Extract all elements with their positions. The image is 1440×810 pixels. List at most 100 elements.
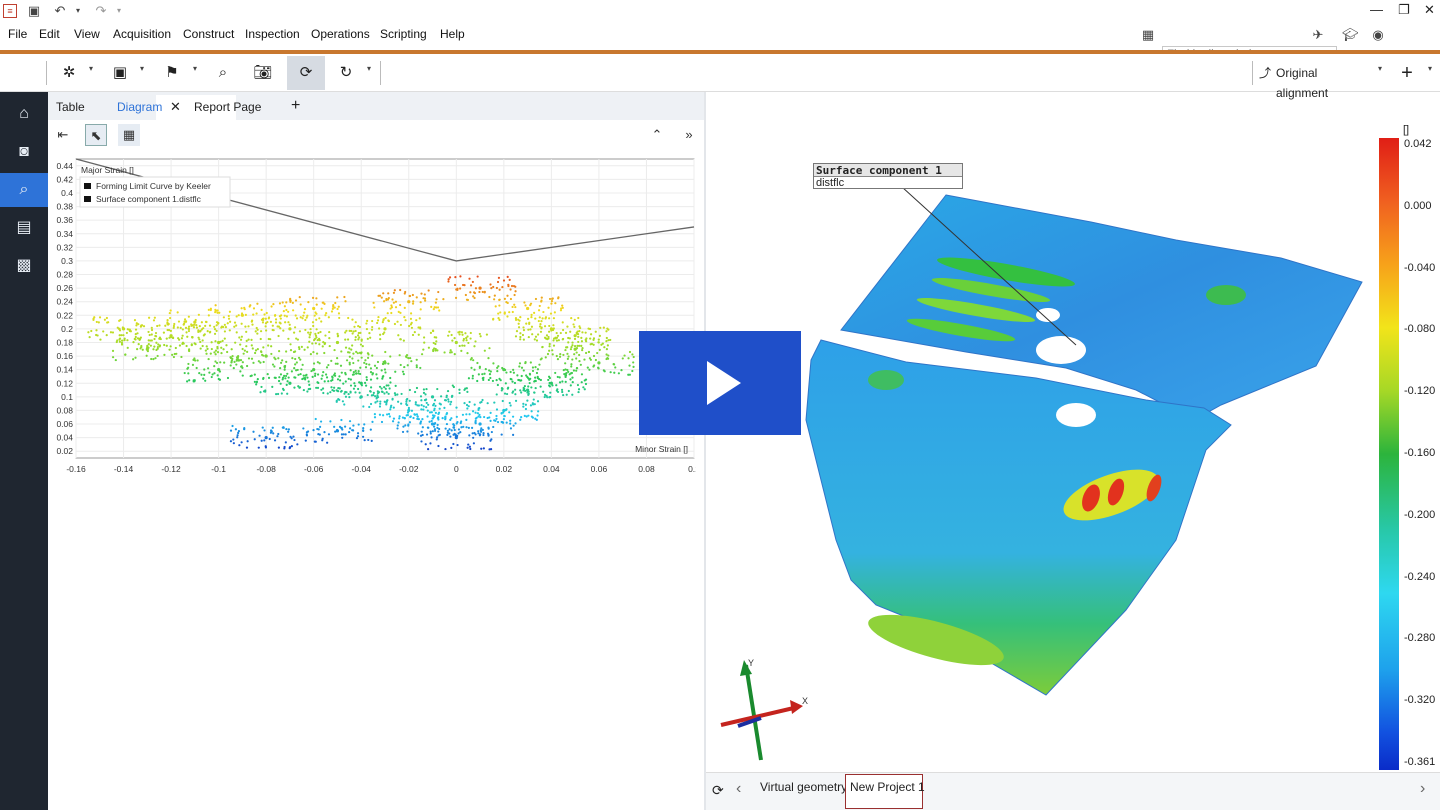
scatter-halo-point bbox=[413, 330, 416, 334]
menu-operations[interactable]: Operations bbox=[311, 27, 370, 41]
inspection-search-icon[interactable]: ⌕ bbox=[0, 173, 48, 207]
menu-construct[interactable]: Construct bbox=[183, 27, 234, 41]
scatter-halo-point bbox=[438, 407, 441, 410]
colorbar-tick-label: -0.320 bbox=[1404, 694, 1436, 707]
menu-view[interactable]: View bbox=[74, 27, 100, 41]
scatter-halo-point bbox=[279, 373, 283, 376]
scatter-halo-point bbox=[512, 424, 515, 427]
scatter-halo-point bbox=[375, 373, 378, 376]
scatter-halo-point bbox=[408, 399, 411, 402]
menu-scripting[interactable]: Scripting bbox=[380, 27, 427, 41]
scatter-halo-point bbox=[503, 392, 507, 395]
chevron-left-icon[interactable]: ‹ bbox=[736, 780, 741, 798]
menu-file[interactable]: File bbox=[8, 27, 27, 41]
add-tab-icon[interactable]: + bbox=[291, 97, 300, 115]
menu-acquisition[interactable]: Acquisition bbox=[113, 27, 171, 41]
scatter-halo-point bbox=[180, 337, 184, 340]
collapse-up-icon[interactable]: ⌃ bbox=[646, 124, 668, 146]
scatter-halo-point bbox=[344, 331, 347, 334]
chevron-down-icon[interactable]: ▾ bbox=[1428, 64, 1432, 73]
scatter-halo-point bbox=[506, 315, 509, 318]
export-diagram-icon[interactable]: ⇤ bbox=[52, 124, 74, 146]
scatter-halo-point bbox=[226, 350, 229, 354]
camera-icon[interactable]: 📷︎ bbox=[253, 63, 273, 83]
select-points-icon[interactable]: ⬉ bbox=[85, 124, 107, 146]
add-icon[interactable]: + bbox=[1398, 63, 1416, 83]
chevron-right-icon[interactable]: › bbox=[1420, 780, 1425, 798]
scatter-halo-point bbox=[352, 429, 355, 432]
chevron-down-icon[interactable]: ▾ bbox=[140, 64, 144, 73]
robot-arm-icon[interactable]: ✲ bbox=[60, 63, 78, 83]
scatter-halo-point bbox=[506, 275, 509, 278]
redo-dropdown-icon[interactable]: ▾ bbox=[111, 3, 127, 19]
minimize-icon[interactable]: — bbox=[1370, 2, 1383, 17]
scatter-halo-point bbox=[462, 339, 465, 342]
checker-pattern-icon[interactable]: ▩ bbox=[0, 249, 48, 283]
scatter-halo-point bbox=[513, 293, 516, 297]
scatter-halo-point bbox=[300, 368, 303, 371]
chevron-down-icon[interactable]: ▾ bbox=[89, 64, 93, 73]
scatter-halo-point bbox=[368, 405, 371, 409]
x-tick-label: -0.04 bbox=[352, 464, 372, 474]
flag-icon[interactable]: ⚑ bbox=[163, 63, 181, 83]
home-icon[interactable]: ⌂ bbox=[0, 97, 48, 131]
scatter-halo-point bbox=[514, 388, 517, 391]
undo-icon[interactable]: ↶ bbox=[52, 3, 68, 19]
restore-icon[interactable]: ❐ bbox=[1398, 2, 1410, 18]
3d-viewport[interactable]: Y X bbox=[706, 120, 1440, 772]
close-icon[interactable]: ✕ bbox=[1424, 2, 1435, 18]
menu-help[interactable]: Help bbox=[440, 27, 465, 41]
alignment-icon[interactable]: ⤴ bbox=[1258, 63, 1272, 83]
menu-inspection[interactable]: Inspection bbox=[245, 27, 300, 41]
menu-edit[interactable]: Edit bbox=[39, 27, 60, 41]
x-tick-label: 0.02 bbox=[496, 464, 513, 474]
tab-table[interactable]: Table bbox=[56, 100, 85, 114]
scatter-halo-point bbox=[163, 343, 166, 347]
gift-icon[interactable]: ▦ bbox=[1140, 27, 1156, 43]
diagram-settings-icon[interactable]: ▦ bbox=[118, 124, 140, 146]
close-tab-icon[interactable]: ✕ bbox=[170, 99, 181, 115]
sync-icon[interactable]: ⟳ bbox=[297, 63, 315, 83]
scatter-halo-point bbox=[283, 445, 286, 449]
scatter-halo-point bbox=[581, 347, 584, 350]
scatter-halo-point bbox=[536, 377, 539, 380]
scatter-halo-point bbox=[415, 358, 418, 361]
undo-dropdown-icon[interactable]: ▾ bbox=[70, 3, 86, 19]
surface-annotation-label[interactable]: Surface component 1 distflc bbox=[813, 163, 963, 189]
alignment-selector[interactable]: Original alignment bbox=[1276, 63, 1372, 100]
sensor-icon[interactable]: ▣ bbox=[111, 63, 129, 83]
video-play-button[interactable] bbox=[639, 331, 801, 435]
chevron-down-icon[interactable]: ▾ bbox=[193, 64, 197, 73]
chevron-down-icon[interactable]: ▾ bbox=[367, 64, 371, 73]
scatter-halo-point bbox=[152, 358, 155, 361]
acquisition-icon[interactable]: ◙ bbox=[0, 135, 48, 169]
scatter-halo-point bbox=[205, 320, 208, 324]
save-icon[interactable]: ▣ bbox=[26, 3, 42, 19]
color-legend-bar[interactable] bbox=[1379, 138, 1399, 770]
rocket-icon[interactable]: ✈ bbox=[1310, 27, 1326, 43]
scatter-halo-point bbox=[505, 421, 508, 424]
search-icon[interactable]: ⌕ bbox=[214, 63, 232, 83]
flc-diagram[interactable]: -0.16 -0.14 -0.12 -0.1 -0.08 -0.06 -0.04 -0.02 0… bbox=[56, 155, 696, 480]
tab-diagram[interactable]: Diagram bbox=[117, 100, 162, 114]
bottom-tab-virtual-geometry[interactable]: Virtual geometry bbox=[760, 780, 847, 794]
scatter-halo-point bbox=[571, 341, 574, 344]
scatter-halo-point bbox=[422, 388, 425, 391]
chevron-down-icon[interactable]: ▾ bbox=[1378, 64, 1382, 73]
redo-icon[interactable]: ↷ bbox=[93, 3, 109, 19]
scatter-halo-point bbox=[598, 334, 601, 338]
scatter-halo-point bbox=[588, 327, 592, 331]
scatter-halo-point bbox=[437, 290, 440, 294]
tab-report-page[interactable]: Report Page bbox=[194, 100, 261, 114]
redo-circle-icon[interactable]: ↻ bbox=[337, 63, 355, 83]
scatter-halo-point bbox=[270, 352, 273, 356]
bottom-tab-new-project[interactable]: New Project 1 bbox=[850, 780, 925, 794]
sync-view-icon[interactable]: ⟳ bbox=[712, 782, 724, 799]
user-account-icon[interactable]: ◉ bbox=[1370, 27, 1386, 43]
scatter-halo-point bbox=[575, 367, 579, 370]
scatter-halo-point bbox=[584, 378, 588, 381]
expand-right-icon[interactable]: » bbox=[678, 124, 700, 146]
report-icon[interactable]: ▤ bbox=[0, 211, 48, 245]
scatter-halo-point bbox=[147, 343, 150, 346]
graduation-cap-icon[interactable]: 🎓︎ bbox=[1342, 27, 1359, 43]
